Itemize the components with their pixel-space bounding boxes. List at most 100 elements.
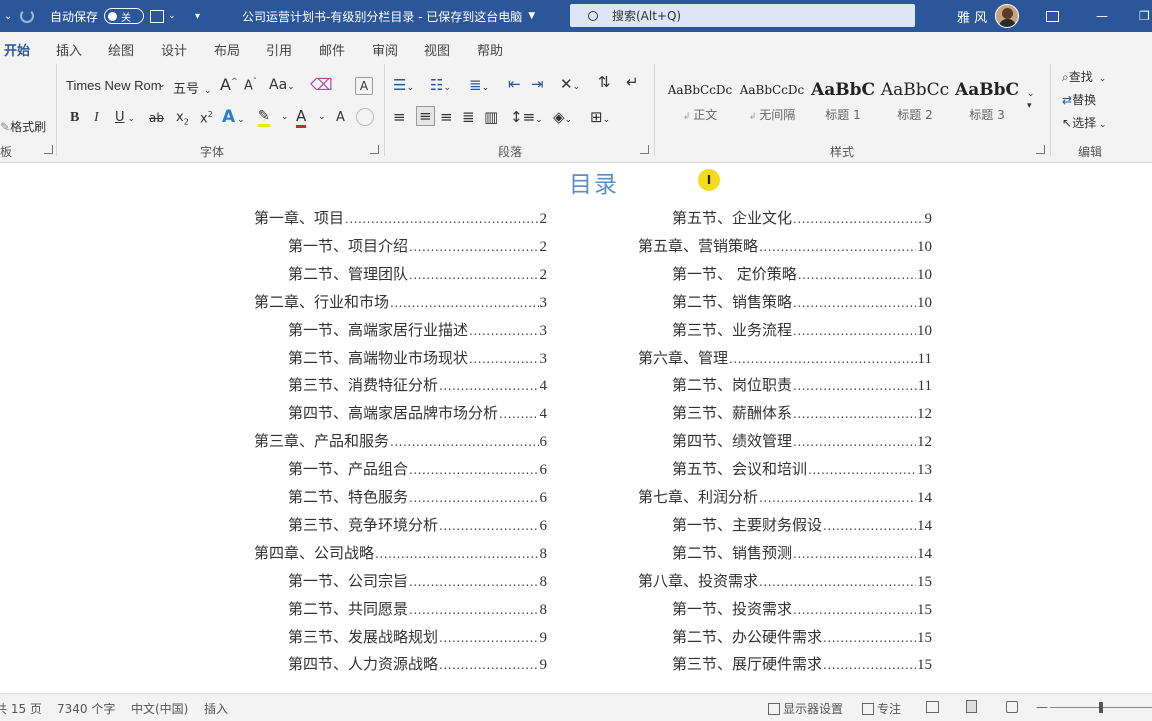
align-left-icon[interactable]: ≡ <box>393 108 406 126</box>
toc-entry[interactable]: 第八章、投资需求 15 <box>638 570 932 592</box>
char-shading-button[interactable]: A <box>336 110 345 125</box>
find-button[interactable]: ⌕查找 ⌄ <box>1062 68 1106 85</box>
clipboard-launcher-icon[interactable] <box>44 145 53 154</box>
toc-entry[interactable]: 第五章、营销策略 10 <box>638 235 932 257</box>
grow-font-button[interactable]: A^ <box>220 75 238 94</box>
toc-entry[interactable]: 第四节、绩效管理 12 <box>672 430 932 452</box>
clear-formatting-icon[interactable]: ⌫ <box>310 75 333 94</box>
autosave-toggle[interactable]: 关 <box>104 0 144 32</box>
ribbon-display-icon[interactable] <box>1046 0 1059 32</box>
toc-entry[interactable]: 第四节、高端家居品牌市场分析 4 <box>288 402 547 424</box>
tab-home[interactable]: 开始 <box>4 40 31 62</box>
highlight-color-button[interactable]: ✎ <box>258 108 270 127</box>
change-case-button[interactable]: Aa⌄ <box>269 77 295 93</box>
toc-entry[interactable]: 第三节、薪酬体系 12 <box>672 402 932 424</box>
toc-entry[interactable]: 第二节、销售预测 14 <box>672 542 932 564</box>
enclose-characters-icon[interactable] <box>356 108 374 126</box>
superscript-button[interactable]: x2 <box>200 110 213 126</box>
toc-entry[interactable]: 第一节、 定价策略 10 <box>672 263 932 285</box>
shrink-font-button[interactable]: Aˇ <box>244 77 257 93</box>
zoom-slider-thumb[interactable] <box>1099 702 1103 713</box>
italic-button[interactable]: I <box>94 110 99 126</box>
font-launcher-icon[interactable] <box>370 145 379 154</box>
show-formatting-icon[interactable]: ↵ <box>626 73 639 91</box>
numbering-icon[interactable]: ☷⌄ <box>430 76 451 94</box>
save-icon[interactable]: ⌄ <box>150 0 176 32</box>
toc-entry[interactable]: 第二节、特色服务 6 <box>288 486 547 508</box>
toc-entry[interactable]: 第三节、消费特征分析 4 <box>288 374 547 396</box>
bullets-icon[interactable]: ☰⌄ <box>393 76 414 94</box>
decrease-indent-icon[interactable]: ⇤ <box>508 75 521 93</box>
tab-view[interactable]: 视图 <box>424 40 450 59</box>
format-painter-button[interactable]: ✎格式刷 <box>0 118 46 135</box>
tab-draw[interactable]: 绘图 <box>108 40 134 59</box>
word-count[interactable]: 7340 个字 <box>57 700 115 717</box>
toc-entry[interactable]: 第五节、会议和培训 13 <box>672 458 932 480</box>
toc-entry[interactable]: 第三节、展厅硬件需求 15 <box>672 653 932 675</box>
tab-references[interactable]: 引用 <box>266 40 292 59</box>
sort-icon[interactable]: ⇅ <box>598 73 611 91</box>
title-dropdown-icon[interactable]: ▼ <box>528 11 535 21</box>
toc-entry[interactable]: 第二节、共同愿景 8 <box>288 598 547 620</box>
document-page[interactable]: 目录 I 第一章、项目 2 第一节、项目介绍 2 第二节、管理团队 2 第二章、行业和市场 3… <box>0 163 1152 693</box>
align-center-icon[interactable]: ≡ <box>416 106 435 126</box>
distributed-icon[interactable]: ▥ <box>484 108 498 126</box>
toc-entry[interactable]: 第二章、行业和市场 3 <box>254 291 547 313</box>
user-avatar[interactable] <box>995 0 1019 32</box>
toc-entry[interactable]: 第二节、高端物业市场现状 3 <box>288 347 547 369</box>
styles-launcher-icon[interactable] <box>1036 145 1045 154</box>
chinese-layout-icon[interactable]: ✕⌄ <box>560 75 580 93</box>
search-box[interactable]: 搜索(Alt+Q) <box>570 4 915 27</box>
highlight-dropdown-icon[interactable]: ⌄ <box>281 112 289 122</box>
toc-entry[interactable]: 第一节、公司宗旨 8 <box>288 570 547 592</box>
zoom-out-button[interactable]: — <box>1036 700 1048 714</box>
page-count[interactable]: 共 15 页 <box>0 700 42 717</box>
toc-entry[interactable]: 第五节、企业文化 9 <box>672 207 932 229</box>
user-name[interactable]: 雅 风 <box>957 0 987 32</box>
font-name-dropdown-icon[interactable]: ⌄ <box>158 80 166 90</box>
focus-button[interactable]: 专注 <box>862 700 901 717</box>
strikethrough-button[interactable]: ab <box>149 111 164 125</box>
bold-button[interactable]: B <box>70 110 79 126</box>
font-name-select[interactable]: Times New Rom <box>66 78 162 93</box>
toc-entry[interactable]: 第二节、管理团队 2 <box>288 263 547 285</box>
select-button[interactable]: ↖选择 ⌄ <box>1062 114 1107 131</box>
tab-mailings[interactable]: 邮件 <box>319 40 345 59</box>
toc-entry[interactable]: 第三节、业务流程 10 <box>672 319 932 341</box>
insert-mode[interactable]: 插入 <box>204 700 228 717</box>
display-settings-button[interactable]: 显示器设置 <box>768 700 843 717</box>
restore-button[interactable]: ❐ <box>1139 0 1150 32</box>
document-title[interactable]: 公司运营计划书-有级别分栏目录 - 已保存到这台电脑 ▼ <box>242 0 535 32</box>
toc-entry[interactable]: 第三章、产品和服务 6 <box>254 430 547 452</box>
toc-entry[interactable]: 第六章、管理 11 <box>638 347 932 369</box>
toc-entry[interactable]: 第二节、办公硬件需求 15 <box>672 626 932 648</box>
multilevel-list-icon[interactable]: ≣⌄ <box>469 76 489 94</box>
toc-entry[interactable]: 第一章、项目 2 <box>254 207 547 229</box>
tab-insert[interactable]: 插入 <box>56 40 82 59</box>
toc-entry[interactable]: 第一节、产品组合 6 <box>288 458 547 480</box>
align-right-icon[interactable]: ≡ <box>440 108 453 126</box>
toc-entry[interactable]: 第二节、岗位职责 11 <box>672 374 932 396</box>
paragraph-launcher-icon[interactable] <box>640 145 649 154</box>
justify-icon[interactable]: ≣ <box>462 108 475 126</box>
print-layout-icon[interactable] <box>966 700 980 714</box>
font-color-button[interactable]: A <box>296 107 307 128</box>
toc-entry[interactable]: 第七章、利润分析 14 <box>638 486 932 508</box>
toc-entry[interactable]: 第一节、主要财务假设 14 <box>672 514 932 536</box>
line-spacing-icon[interactable]: ↕≡⌄ <box>510 108 543 126</box>
character-border-button[interactable]: A <box>355 77 373 95</box>
toc-entry[interactable]: 第三节、竞争环境分析 6 <box>288 514 547 536</box>
subscript-button[interactable]: x2 <box>176 110 189 127</box>
toc-entry[interactable]: 第一节、高端家居行业描述 3 <box>288 319 547 341</box>
minimize-button[interactable]: — <box>1096 0 1108 32</box>
toc-entry[interactable]: 第一节、投资需求 15 <box>672 598 932 620</box>
customize-qat-icon[interactable]: ▾ <box>195 0 200 32</box>
read-mode-icon[interactable] <box>926 700 942 714</box>
increase-indent-icon[interactable]: ⇥ <box>531 75 544 93</box>
font-color-dropdown-icon[interactable]: ⌄ <box>318 112 326 122</box>
underline-button[interactable]: U ⌄ <box>115 110 135 125</box>
shading-icon[interactable]: ◈⌄ <box>553 108 572 126</box>
font-size-select[interactable]: 五号 ⌄ <box>173 78 212 97</box>
tab-review[interactable]: 审阅 <box>372 40 398 59</box>
toc-entry[interactable]: 第四节、人力资源战略 9 <box>288 653 547 675</box>
